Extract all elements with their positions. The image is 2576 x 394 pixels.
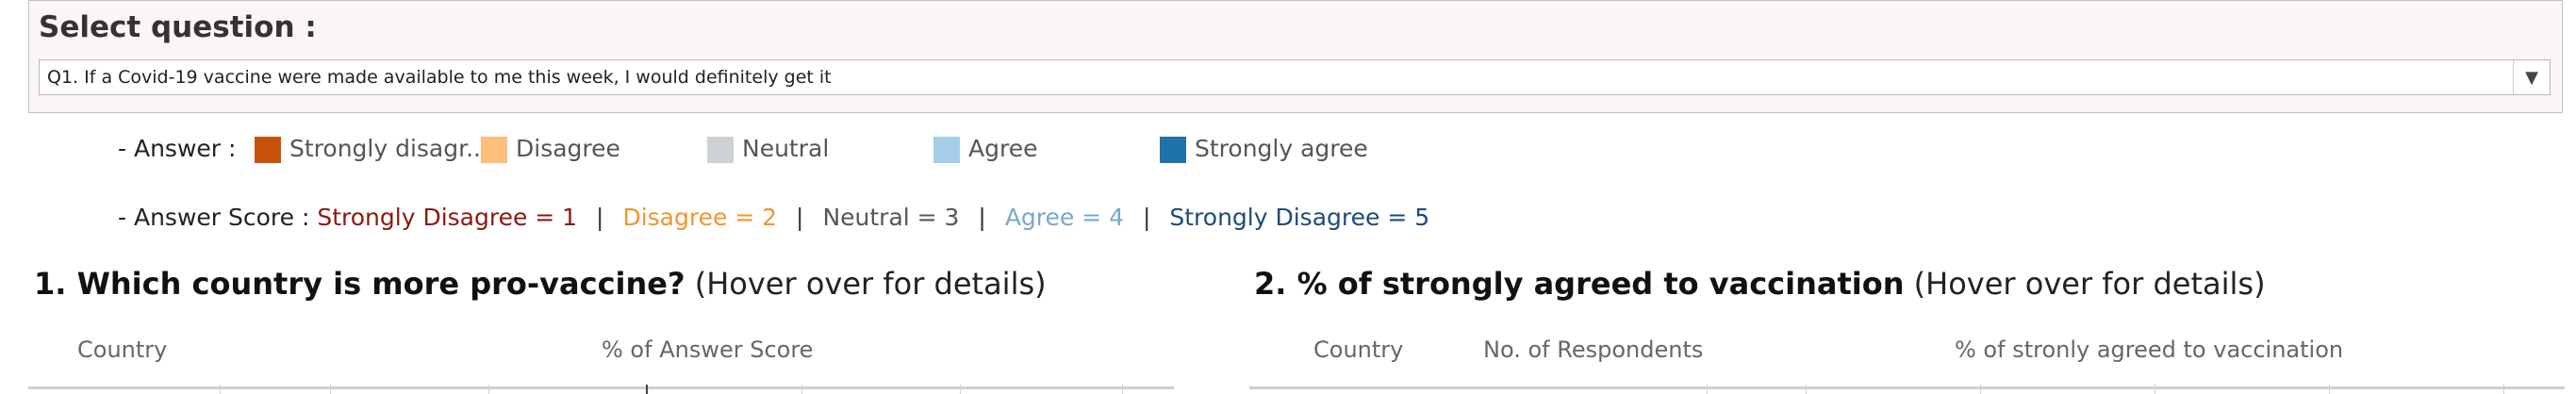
legend-label: Disagree: [516, 135, 620, 162]
score-item-1: Strongly Disagree = 1: [317, 204, 578, 231]
table-2-top-border: [1249, 386, 2565, 389]
legend-label: Agree: [968, 135, 1038, 162]
table-2-gridline: [1707, 385, 1708, 394]
section-2-hover-hint: (Hover over for details): [1913, 266, 2266, 302]
question-select-value: Q1. If a Covid-19 vaccine were made avai…: [47, 67, 832, 88]
table-1-gridline: [960, 385, 961, 394]
answer-score-key: - Answer Score : Strongly Disagree = 1 |…: [118, 204, 1429, 231]
col-header-country-2[interactable]: Country: [1313, 337, 1403, 363]
col-header-respondents[interactable]: No. of Respondents: [1483, 337, 1703, 363]
col-header-pct-strongly-agreed[interactable]: % of stronly agreed to vaccination: [1955, 337, 2343, 363]
section-1-heading: 1. Which country is more pro-vaccine?: [34, 266, 685, 302]
score-item-3: Neutral = 3: [822, 204, 960, 231]
section-1-hover-hint: (Hover over for details): [694, 266, 1047, 302]
table-1-gridline: [488, 385, 489, 394]
chevron-down-icon[interactable]: ▼: [2525, 68, 2538, 88]
legend-swatch: [1160, 137, 1186, 163]
col-header-answer-score[interactable]: % of Answer Score: [602, 337, 813, 363]
score-item-2: Disagree = 2: [622, 204, 778, 231]
score-separator: |: [978, 204, 986, 231]
section-2-title: 2. % of strongly agreed to vaccination (…: [1254, 266, 2266, 302]
legend-label: Neutral: [742, 135, 830, 162]
table-2-gridline: [1806, 385, 1807, 394]
select-divider: [2513, 60, 2514, 94]
legend-label: Strongly disagr..: [289, 135, 482, 162]
table-1-gridline: [801, 385, 802, 394]
col-header-country-1[interactable]: Country: [77, 337, 167, 363]
table-1-gridline: [220, 385, 221, 394]
table-1-axis-marker: [646, 385, 648, 394]
table-1-gridline: [1122, 385, 1123, 394]
question-filter-panel: Select question : Q1. If a Covid-19 vacc…: [28, 0, 2563, 113]
score-separator: |: [596, 204, 604, 231]
score-item-5: Strongly Disagree = 5: [1169, 204, 1430, 231]
score-caption: - Answer Score :: [118, 204, 310, 231]
score-separator: |: [1142, 204, 1151, 231]
legend-swatch: [707, 137, 734, 163]
legend-swatch: [481, 137, 507, 163]
section-2-heading: 2. % of strongly agreed to vaccination: [1254, 266, 1905, 302]
filter-title: Select question :: [39, 10, 317, 44]
table-2-gridline: [1980, 385, 1981, 394]
legend-label: Strongly agree: [1195, 135, 1368, 162]
table-2-gridline: [2329, 385, 2330, 394]
legend-caption: - Answer :: [118, 135, 237, 162]
table-2-gridline: [2503, 385, 2504, 394]
question-select[interactable]: Q1. If a Covid-19 vaccine were made avai…: [39, 59, 2551, 95]
legend-swatch: [255, 137, 281, 163]
table-1-gridline: [330, 385, 331, 394]
section-1-title: 1. Which country is more pro-vaccine? (H…: [34, 266, 1047, 302]
score-item-4: Agree = 4: [1004, 204, 1125, 231]
score-separator: |: [796, 204, 804, 231]
legend-swatch: [933, 137, 960, 163]
table-1-top-border: [28, 386, 1174, 389]
